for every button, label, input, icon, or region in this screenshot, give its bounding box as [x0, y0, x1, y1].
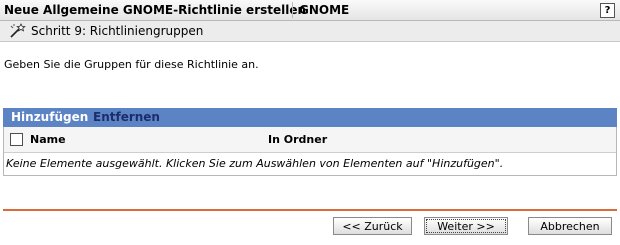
remove-button[interactable]: Entfernen [93, 108, 160, 127]
instruction-text: Geben Sie die Gruppen für diese Richtlin… [4, 58, 259, 71]
cancel-button[interactable]: Abbrechen [528, 217, 612, 235]
page-title: Neue Allgemeine GNOME-Richtlinie erstell… [4, 3, 307, 17]
add-button[interactable]: Hinzufügen [11, 108, 88, 127]
back-button[interactable]: << Zurück [333, 217, 412, 235]
next-button[interactable]: Weiter >> [424, 217, 508, 235]
step-title: Schritt 9: Richtliniengruppen [31, 24, 204, 38]
title-divider [292, 2, 293, 18]
wizard-wand-icon [10, 23, 26, 38]
title-bar: Neue Allgemeine GNOME-Richtlinie erstell… [0, 0, 620, 21]
step-bar: Schritt 9: Richtliniengruppen [0, 21, 620, 42]
table-header: Name In Ordner [4, 127, 616, 153]
table-toolbar: Hinzufügen Entfernen [3, 108, 617, 127]
column-header-name[interactable]: Name [30, 127, 66, 152]
groups-table: Name In Ordner Keine Elemente ausgewählt… [3, 127, 617, 176]
column-header-folder[interactable]: In Ordner [268, 127, 327, 152]
empty-table-message: Keine Elemente ausgewählt. Klicken Sie z… [6, 157, 504, 170]
footer-divider [3, 209, 617, 211]
select-all-checkbox[interactable] [10, 133, 23, 146]
help-icon[interactable]: ? [600, 3, 615, 18]
platform-label: GNOME [299, 3, 350, 17]
